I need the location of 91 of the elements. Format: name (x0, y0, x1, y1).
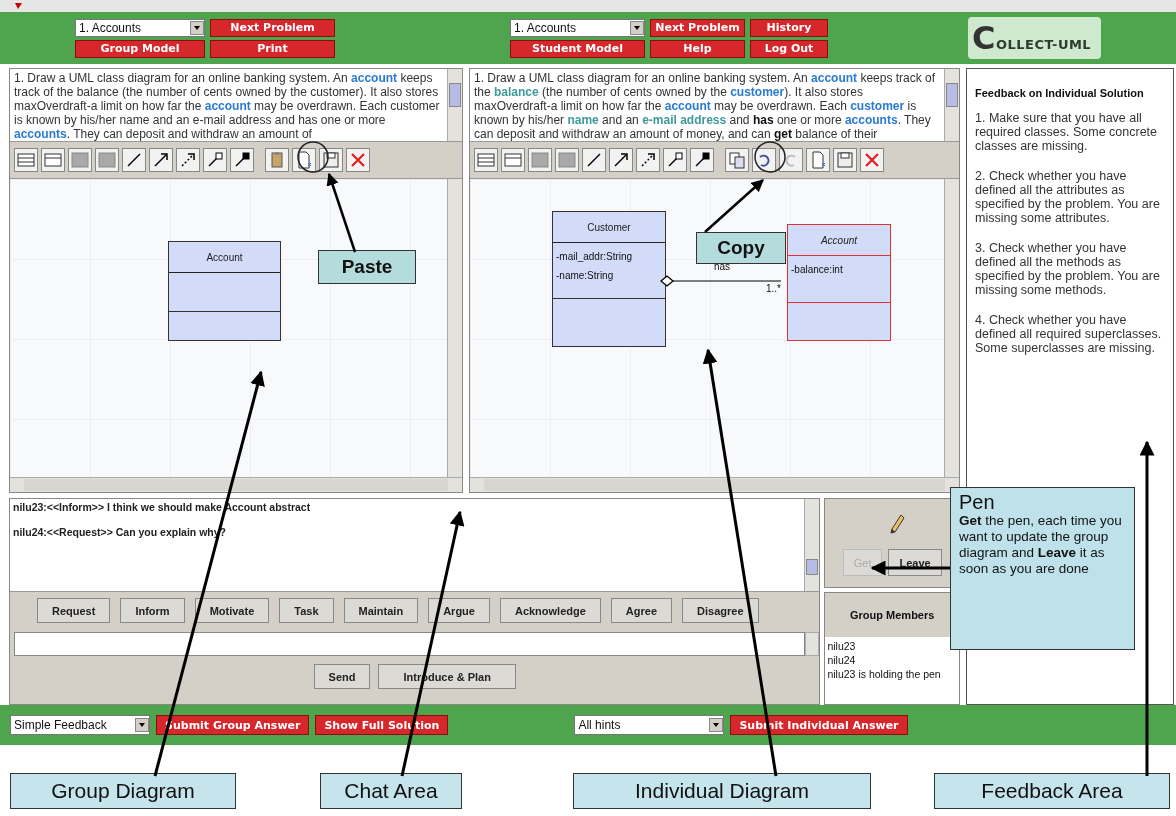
multiplicity-label: 1..* (766, 283, 781, 294)
hints-select[interactable]: All hints (574, 715, 725, 735)
class-name: Customer (553, 212, 665, 243)
area-callout-label: Group Diagram (10, 773, 236, 809)
interface-tool-icon[interactable] (501, 148, 525, 172)
print-button[interactable]: Print (210, 39, 335, 58)
group-model-button[interactable]: Group Model (75, 39, 205, 58)
sentence-opener-button[interactable]: Motivate (194, 598, 270, 623)
problem-text: 1. Draw a UML class diagram for an online banking system. An account keeps track of the balance (the number of cents owned by the customer). It also stores maxOverdraft-a limit on how far the account may be overdrawn. Each customer is known by his/her name and an e-mail address and has one or more accounts. They can deposit and withdraw an amount of (13, 70, 441, 141)
save-icon[interactable] (833, 148, 857, 172)
member-entry: nilu24 (827, 653, 857, 667)
member-entry: nilu23 is holding the pen (827, 667, 942, 681)
pen-callout-title: Pen (959, 491, 996, 513)
pencil-icon (889, 513, 906, 535)
class-box[interactable]: Account (168, 241, 281, 341)
feedback-item: 2. Check whether you have defined all the attributes as specified by the problem. You are missing some attributes. (975, 169, 1161, 225)
arrow-tool-icon[interactable] (149, 148, 173, 172)
dashed-arrow-tool-icon[interactable] (636, 148, 660, 172)
chat-input-field[interactable] (14, 632, 806, 656)
class-attribute: -mail_addr:String (556, 250, 634, 264)
sentence-opener-button[interactable]: Inform (120, 598, 185, 623)
problem-select[interactable]: 1. Accounts (510, 18, 645, 37)
send-button[interactable]: Send (313, 664, 371, 689)
scrollbar[interactable] (944, 179, 959, 477)
caret-icon (630, 20, 644, 35)
feedback-item: 4. Check whether you have defined all required superclasses. Some superclasses are missing. (975, 313, 1163, 355)
arrow-tool-icon[interactable] (609, 148, 633, 172)
class-box[interactable]: Customer -mail_addr:String -name:String (552, 211, 666, 347)
highlight-circle (297, 141, 329, 173)
sentence-opener-button[interactable]: Task (279, 598, 334, 623)
class-tool-icon[interactable] (474, 148, 498, 172)
line-tool-icon[interactable] (582, 148, 606, 172)
caret-icon (709, 718, 724, 732)
sentence-opener-button[interactable]: Argue (428, 598, 490, 623)
sentence-opener-button[interactable]: Acknowledge (499, 598, 601, 623)
student-model-button[interactable]: Student Model (510, 39, 645, 58)
problem-select[interactable]: 1. Accounts (75, 18, 205, 37)
scrollbar[interactable] (944, 69, 959, 141)
pen-callout-text: Get the pen, each time you want to update the group diagram and Leave it as soon as you are done (959, 513, 1123, 577)
area-callout-label: Chat Area (320, 773, 462, 809)
save-icon[interactable] (319, 148, 343, 172)
group-members-title: Group Members (849, 608, 936, 623)
undo-icon[interactable] (779, 148, 803, 172)
scrollbar[interactable] (447, 179, 462, 477)
app-logo: COLLECT-UML (968, 17, 1102, 59)
interface-tool-icon[interactable] (41, 148, 65, 172)
next-problem-button[interactable]: Next Problem (650, 18, 745, 37)
blank-tool-icon[interactable] (555, 148, 579, 172)
caret-icon (190, 20, 204, 35)
copy-icon[interactable] (725, 148, 749, 172)
scrollbar[interactable] (805, 632, 820, 656)
scrollbar[interactable] (804, 499, 820, 591)
highlight-circle (754, 141, 786, 173)
blank-tool-icon[interactable] (68, 148, 92, 172)
history-button[interactable]: History (750, 18, 828, 37)
caret-icon (135, 718, 149, 732)
delete-icon[interactable] (346, 148, 370, 172)
help-button[interactable]: Help (650, 39, 745, 58)
app-icon (14, 2, 23, 10)
class-attribute: -name:String (556, 269, 615, 283)
pointer-arrow (704, 179, 764, 233)
scrollbar[interactable] (447, 69, 462, 141)
member-entry: nilu23 (827, 639, 857, 653)
class-tool-icon[interactable] (14, 148, 38, 172)
class-name: Account (788, 225, 890, 256)
new-document-icon[interactable] (292, 148, 316, 172)
delete-icon[interactable] (860, 148, 884, 172)
scrollbar[interactable] (470, 477, 959, 492)
line-tool-icon[interactable] (122, 148, 146, 172)
blank-tool-icon[interactable] (528, 148, 552, 172)
next-problem-button[interactable]: Next Problem (210, 18, 335, 37)
copy-callout: Copy (696, 232, 786, 264)
problem-text: 1. Draw a UML class diagram for an online banking system. An account keeps track of the balance (the number of cents owned by the customer). It also stores maxOverdraft-a limit on how far the account may be overdrawn. Each customer is known by his/her name and an e-mail address and has one or more accounts. They can deposit and withdraw an amount of money, and can get balance of their (473, 70, 937, 141)
feedback-level-select[interactable]: Simple Feedback (10, 715, 150, 735)
feedback-item: 3. Check whether you have defined all the methods as specified by the problem. You are missing some methods. (975, 241, 1161, 297)
paste-icon[interactable] (265, 148, 289, 172)
sentence-opener-button[interactable]: Maintain (343, 598, 419, 623)
feedback-item: 1. Make sure that you have all required classes. Some concrete classes are missing. (975, 111, 1159, 153)
redo-icon[interactable] (752, 148, 776, 172)
blank-tool-icon[interactable] (95, 148, 119, 172)
dashed-arrow-tool-icon[interactable] (176, 148, 200, 172)
sentence-opener-button[interactable]: Request (37, 598, 111, 623)
feedback-title: Feedback on Individual Solution (975, 87, 1145, 99)
class-name: Account (169, 242, 280, 273)
sentence-opener-button[interactable]: Disagree (682, 598, 759, 623)
log-out-button[interactable]: Log Out (750, 39, 828, 58)
scrollbar[interactable] (10, 477, 462, 492)
area-callout-label: Feedback Area (934, 773, 1170, 809)
sentence-opener-button[interactable]: Agree (610, 598, 673, 623)
paste-callout: Paste (318, 250, 416, 284)
area-callout-label: Individual Diagram (573, 773, 871, 809)
